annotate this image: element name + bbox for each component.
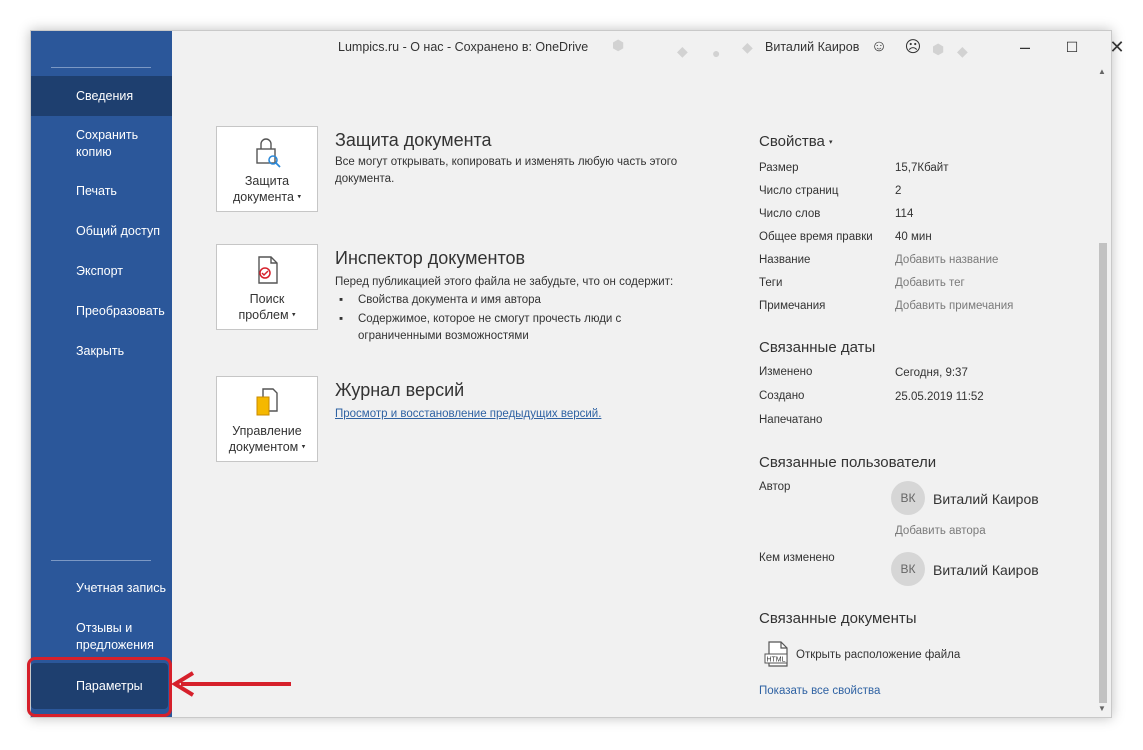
options-highlight-box — [27, 657, 172, 717]
doodle-decoration: ◆ — [742, 39, 753, 55]
sidebar-item-close[interactable]: Закрыть — [31, 343, 172, 360]
check-issues-card-label: Поиск проблем ▾ — [238, 292, 296, 322]
window-title: Lumpics.ru - О нас - Сохранено в: OneDri… — [338, 40, 589, 54]
inspect-bullet: Содержимое, которое не смогут прочесть л… — [358, 313, 622, 342]
doodle-decoration: ◆ — [957, 43, 968, 59]
prop-label: Общее время правки — [759, 231, 873, 243]
html-file-icon: HTML — [764, 641, 788, 667]
sidebar-item-info[interactable]: Сведения — [31, 76, 172, 116]
prop-label: Число страниц — [759, 185, 839, 197]
avatar[interactable]: ВК — [891, 481, 925, 515]
scroll-thumb[interactable] — [1099, 243, 1107, 703]
smile-icon[interactable]: ☺ — [869, 37, 889, 57]
prop-label: Теги — [759, 277, 783, 289]
bullet-icon: ▪ — [339, 294, 344, 306]
sidebar-item-label: Закрыть — [76, 344, 125, 358]
sidebar-item-label: Экспорт — [76, 264, 123, 278]
sidebar-divider-top — [51, 67, 151, 68]
sidebar-item-label: Отзывы и предложения — [76, 621, 154, 652]
date-label: Изменено — [759, 366, 813, 378]
vertical-scrollbar[interactable]: ▲ ▼ — [1096, 63, 1110, 717]
minimize-icon[interactable]: – — [1015, 37, 1035, 57]
author-name[interactable]: Виталий Каиров — [933, 491, 1039, 507]
sidebar-divider-bottom — [51, 560, 151, 561]
sidebar-item-label: Общий доступ — [76, 224, 160, 238]
doodle-decoration: ◆ — [677, 43, 688, 59]
doodle-decoration: ⬢ — [932, 41, 945, 57]
sidebar-item-label: Сохранить копию — [76, 128, 139, 159]
inspect-section-title: Инспектор документов — [335, 248, 526, 268]
prop-value: 40 мин — [895, 231, 932, 243]
svg-text:HTML: HTML — [766, 657, 785, 664]
modified-by-label: Кем изменено — [759, 552, 835, 564]
prop-label: Примечания — [759, 300, 826, 312]
versions-section-title: Журнал версий — [335, 380, 465, 400]
protect-document-button[interactable]: Защита документа ▾ — [216, 126, 318, 212]
sidebar-item-share[interactable]: Общий доступ — [31, 223, 172, 240]
lock-icon — [256, 138, 281, 168]
sidebar-item-label: Учетная запись — [76, 581, 167, 595]
add-comments-field[interactable]: Добавить примечания — [895, 300, 1013, 312]
sidebar-item-save-copy[interactable]: Сохранить копию — [31, 127, 151, 161]
sidebar-item-feedback[interactable]: Отзывы и предложения — [31, 620, 156, 654]
document-versions-icon — [256, 388, 278, 416]
doodle-decoration: ● — [712, 45, 721, 61]
frown-icon[interactable]: ☹ — [903, 37, 923, 57]
manage-document-button[interactable]: Управление документом ▾ — [216, 376, 318, 462]
check-issues-button[interactable]: Поиск проблем ▾ — [216, 244, 318, 330]
sidebar-item-print[interactable]: Печать — [31, 183, 172, 200]
inspect-bullet: Свойства документа и имя автора — [358, 294, 541, 306]
sidebar-item-account[interactable]: Учетная запись — [31, 580, 172, 597]
doodle-decoration: ⬢ — [612, 37, 625, 53]
protect-section-text: Все могут открывать, копировать и изменя… — [335, 156, 678, 185]
protect-section-title: Защита документа — [335, 130, 492, 150]
date-value: 25.05.2019 11:52 — [895, 391, 984, 403]
prop-value: 2 — [895, 185, 902, 197]
account-name[interactable]: Виталий Каиров — [765, 40, 859, 54]
related-dates-heading: Связанные даты — [759, 339, 876, 356]
open-file-location-link[interactable]: Открыть расположение файла — [796, 649, 960, 661]
chevron-down-icon: ▾ — [829, 139, 833, 147]
bullet-icon: ▪ — [339, 313, 344, 325]
date-label: Создано — [759, 390, 805, 402]
prop-label: Название — [759, 254, 811, 266]
add-tag-field[interactable]: Добавить тег — [895, 277, 965, 289]
prop-label: Размер — [759, 162, 799, 174]
prop-value: 114 — [895, 208, 914, 220]
protect-card-label: Защита документа ▾ — [233, 174, 301, 204]
maximize-icon[interactable]: ☐ — [1062, 37, 1082, 57]
sidebar-item-label: Печать — [76, 184, 117, 198]
related-people-heading: Связанные пользователи — [759, 454, 937, 471]
word-backstage-window: Сведения Сохранить копию Печать Общий до… — [27, 30, 1125, 718]
date-label: Напечатано — [759, 414, 823, 426]
inspect-section-text: Перед публикацией этого файла не забудьт… — [335, 276, 674, 288]
sidebar-item-label: Преобразовать — [76, 304, 165, 318]
sidebar-item-label: Сведения — [76, 88, 134, 103]
sidebar-item-export[interactable]: Экспорт — [31, 263, 172, 280]
show-all-properties-link[interactable]: Показать все свойства — [759, 685, 880, 697]
prop-label: Число слов — [759, 208, 821, 220]
manage-document-card-label: Управление документом ▾ — [228, 424, 306, 454]
add-author-link[interactable]: Добавить автора — [895, 525, 986, 537]
versions-link-wrap: Просмотр и восстановление предыдущих вер… — [335, 406, 695, 423]
avatar[interactable]: ВК — [891, 552, 925, 586]
add-title-field[interactable]: Добавить название — [895, 254, 998, 266]
view-restore-versions-link[interactable]: Просмотр и восстановление предыдущих вер… — [335, 408, 601, 420]
author-label: Автор — [759, 481, 791, 493]
scroll-up-icon[interactable]: ▲ — [1098, 67, 1106, 76]
close-icon[interactable]: ✕ — [1107, 37, 1127, 57]
title-bar: Lumpics.ru - О нас - Сохранено в: OneDri… — [172, 31, 1125, 63]
document-check-icon — [258, 256, 278, 284]
properties-heading[interactable]: Свойства ▾ — [759, 133, 833, 150]
modified-by-name[interactable]: Виталий Каиров — [933, 562, 1039, 578]
red-pointer-arrow — [171, 671, 291, 697]
backstage-sidebar: Сведения Сохранить копию Печать Общий до… — [31, 31, 172, 717]
prop-value: 15,7Кбайт — [895, 162, 949, 174]
scroll-down-icon[interactable]: ▼ — [1098, 704, 1106, 713]
date-value: Сегодня, 9:37 — [895, 367, 968, 379]
related-docs-heading: Связанные документы — [759, 610, 917, 627]
sidebar-item-transform[interactable]: Преобразовать — [31, 303, 172, 320]
